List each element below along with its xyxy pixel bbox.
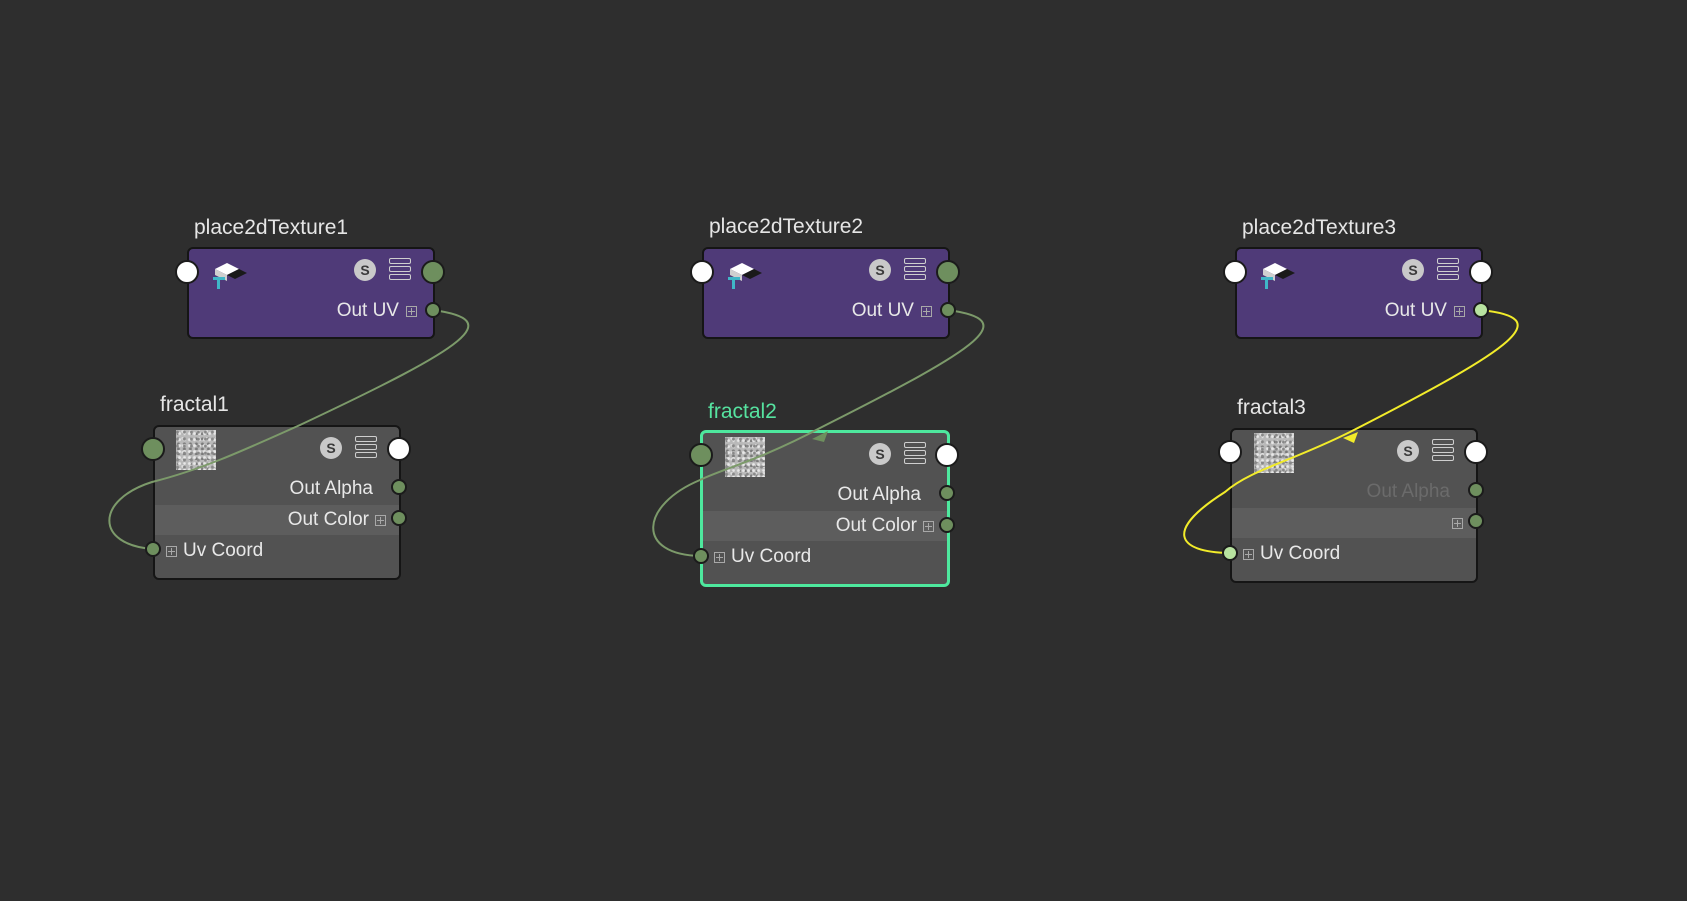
output-port-fractal1[interactable]	[387, 437, 411, 461]
port-label-uv-coord: Uv Coord	[183, 540, 264, 561]
node-fractal1[interactable]: S Out Alpha Out Color Uv Coord	[153, 425, 401, 580]
node-header: S	[155, 427, 399, 471]
input-port-fractal1[interactable]	[141, 437, 165, 461]
attribute-list-icon[interactable]	[904, 442, 926, 464]
port-row-uv-coord[interactable]: Uv Coord	[1232, 539, 1476, 569]
expand-plus-icon[interactable]	[714, 552, 725, 563]
node-place2dtexture3[interactable]: S Out UV	[1235, 247, 1483, 339]
attribute-list-icon[interactable]	[1437, 258, 1459, 280]
input-port-fractal3[interactable]	[1218, 440, 1242, 464]
output-port-fractal2[interactable]	[935, 443, 959, 467]
node-title-place2dtexture2[interactable]: place2dTexture2	[709, 215, 863, 239]
node-fractal3[interactable]: S Out Alpha Uv Coord	[1230, 428, 1478, 583]
expand-plus-icon[interactable]	[406, 306, 417, 317]
node-title-place2dtexture3[interactable]: place2dTexture3	[1242, 216, 1396, 240]
out-uv-port-place3[interactable]	[1473, 302, 1489, 318]
output-port-place2[interactable]	[936, 260, 960, 284]
out-uv-port-place2[interactable]	[940, 302, 956, 318]
port-row-out-alpha[interactable]: Out Alpha	[1232, 477, 1476, 507]
node-place2dtexture2[interactable]: S Out UV	[702, 247, 950, 339]
input-port-place1[interactable]	[175, 260, 199, 284]
uv-coord-port-fractal2[interactable]	[693, 548, 709, 564]
node-header: S	[1237, 249, 1481, 293]
node-editor-canvas[interactable]: place2dTexture1 S Out UV fractal1 S Out …	[0, 0, 1687, 901]
output-port-place3[interactable]	[1469, 260, 1493, 284]
out-color-port-fractal3[interactable]	[1468, 513, 1484, 529]
node-place2dtexture1[interactable]: S Out UV	[187, 247, 435, 339]
swatch-toggle-button[interactable]: S	[320, 437, 342, 459]
port-label-out-alpha: Out Alpha	[1366, 481, 1450, 502]
node-title-fractal1[interactable]: fractal1	[160, 393, 229, 417]
expand-plus-icon[interactable]	[1243, 549, 1254, 560]
input-port-place2[interactable]	[690, 260, 714, 284]
out-alpha-port-fractal2[interactable]	[939, 485, 955, 501]
port-label-out-color: Out Color	[287, 509, 369, 530]
output-port-place1[interactable]	[421, 260, 445, 284]
out-uv-port-place1[interactable]	[425, 302, 441, 318]
place2d-texture-icon	[213, 263, 247, 289]
out-alpha-port-fractal3[interactable]	[1468, 482, 1484, 498]
port-label-uv-coord: Uv Coord	[1260, 543, 1341, 564]
out-alpha-port-fractal1[interactable]	[391, 479, 407, 495]
attribute-list-icon[interactable]	[355, 436, 377, 458]
attribute-list-icon[interactable]	[389, 258, 411, 280]
expand-plus-icon[interactable]	[923, 521, 934, 532]
swatch-toggle-button[interactable]: S	[1397, 440, 1419, 462]
uv-coord-port-fractal3[interactable]	[1222, 545, 1238, 561]
port-label-out-color: Out Color	[835, 515, 917, 536]
output-port-fractal3[interactable]	[1464, 440, 1488, 464]
place2d-texture-icon	[728, 263, 762, 289]
port-label-uv-coord: Uv Coord	[731, 546, 812, 567]
attribute-list-icon[interactable]	[904, 258, 926, 280]
port-label-out-uv: Out UV	[336, 300, 399, 321]
port-row-out-color[interactable]: Out Color	[155, 505, 399, 535]
node-title-fractal3[interactable]: fractal3	[1237, 396, 1306, 420]
node-fractal2[interactable]: S Out Alpha Out Color Uv Coord	[700, 430, 950, 587]
node-title-place2dtexture1[interactable]: place2dTexture1	[194, 216, 348, 240]
expand-plus-icon[interactable]	[1452, 518, 1463, 529]
port-row-out-alpha[interactable]: Out Alpha	[703, 480, 947, 510]
uv-coord-port-fractal1[interactable]	[145, 541, 161, 557]
port-label-out-alpha: Out Alpha	[289, 478, 373, 499]
port-row-uv-coord[interactable]: Uv Coord	[703, 542, 947, 572]
expand-plus-icon[interactable]	[921, 306, 932, 317]
swatch-toggle-button[interactable]: S	[1402, 259, 1424, 281]
expand-plus-icon[interactable]	[1454, 306, 1465, 317]
out-color-port-fractal1[interactable]	[391, 510, 407, 526]
port-row-out-uv[interactable]: Out UV	[704, 296, 948, 326]
swatch-toggle-button[interactable]: S	[354, 259, 376, 281]
port-label-out-uv: Out UV	[851, 300, 914, 321]
port-row-out-color[interactable]	[1232, 508, 1476, 538]
node-title-fractal2[interactable]: fractal2	[708, 400, 777, 424]
fractal-thumbnail-icon	[176, 430, 216, 470]
node-header: S	[703, 433, 947, 477]
expand-plus-icon[interactable]	[375, 515, 386, 526]
port-label-out-uv: Out UV	[1384, 300, 1447, 321]
swatch-toggle-button[interactable]: S	[869, 443, 891, 465]
port-row-out-uv[interactable]: Out UV	[1237, 296, 1481, 326]
port-label-out-alpha: Out Alpha	[837, 484, 921, 505]
port-row-out-alpha[interactable]: Out Alpha	[155, 474, 399, 504]
node-header: S	[704, 249, 948, 293]
node-header: S	[189, 249, 433, 293]
attribute-list-icon[interactable]	[1432, 439, 1454, 461]
swatch-toggle-button[interactable]: S	[869, 259, 891, 281]
port-row-out-uv[interactable]: Out UV	[189, 296, 433, 326]
expand-plus-icon[interactable]	[166, 546, 177, 557]
port-row-out-color[interactable]: Out Color	[703, 511, 947, 541]
place2d-texture-icon	[1261, 263, 1295, 289]
input-port-fractal2[interactable]	[689, 443, 713, 467]
port-row-uv-coord[interactable]: Uv Coord	[155, 536, 399, 566]
fractal-thumbnail-icon	[725, 437, 765, 477]
input-port-place3[interactable]	[1223, 260, 1247, 284]
out-color-port-fractal2[interactable]	[939, 517, 955, 533]
node-header: S	[1232, 430, 1476, 474]
fractal-thumbnail-icon	[1254, 433, 1294, 473]
